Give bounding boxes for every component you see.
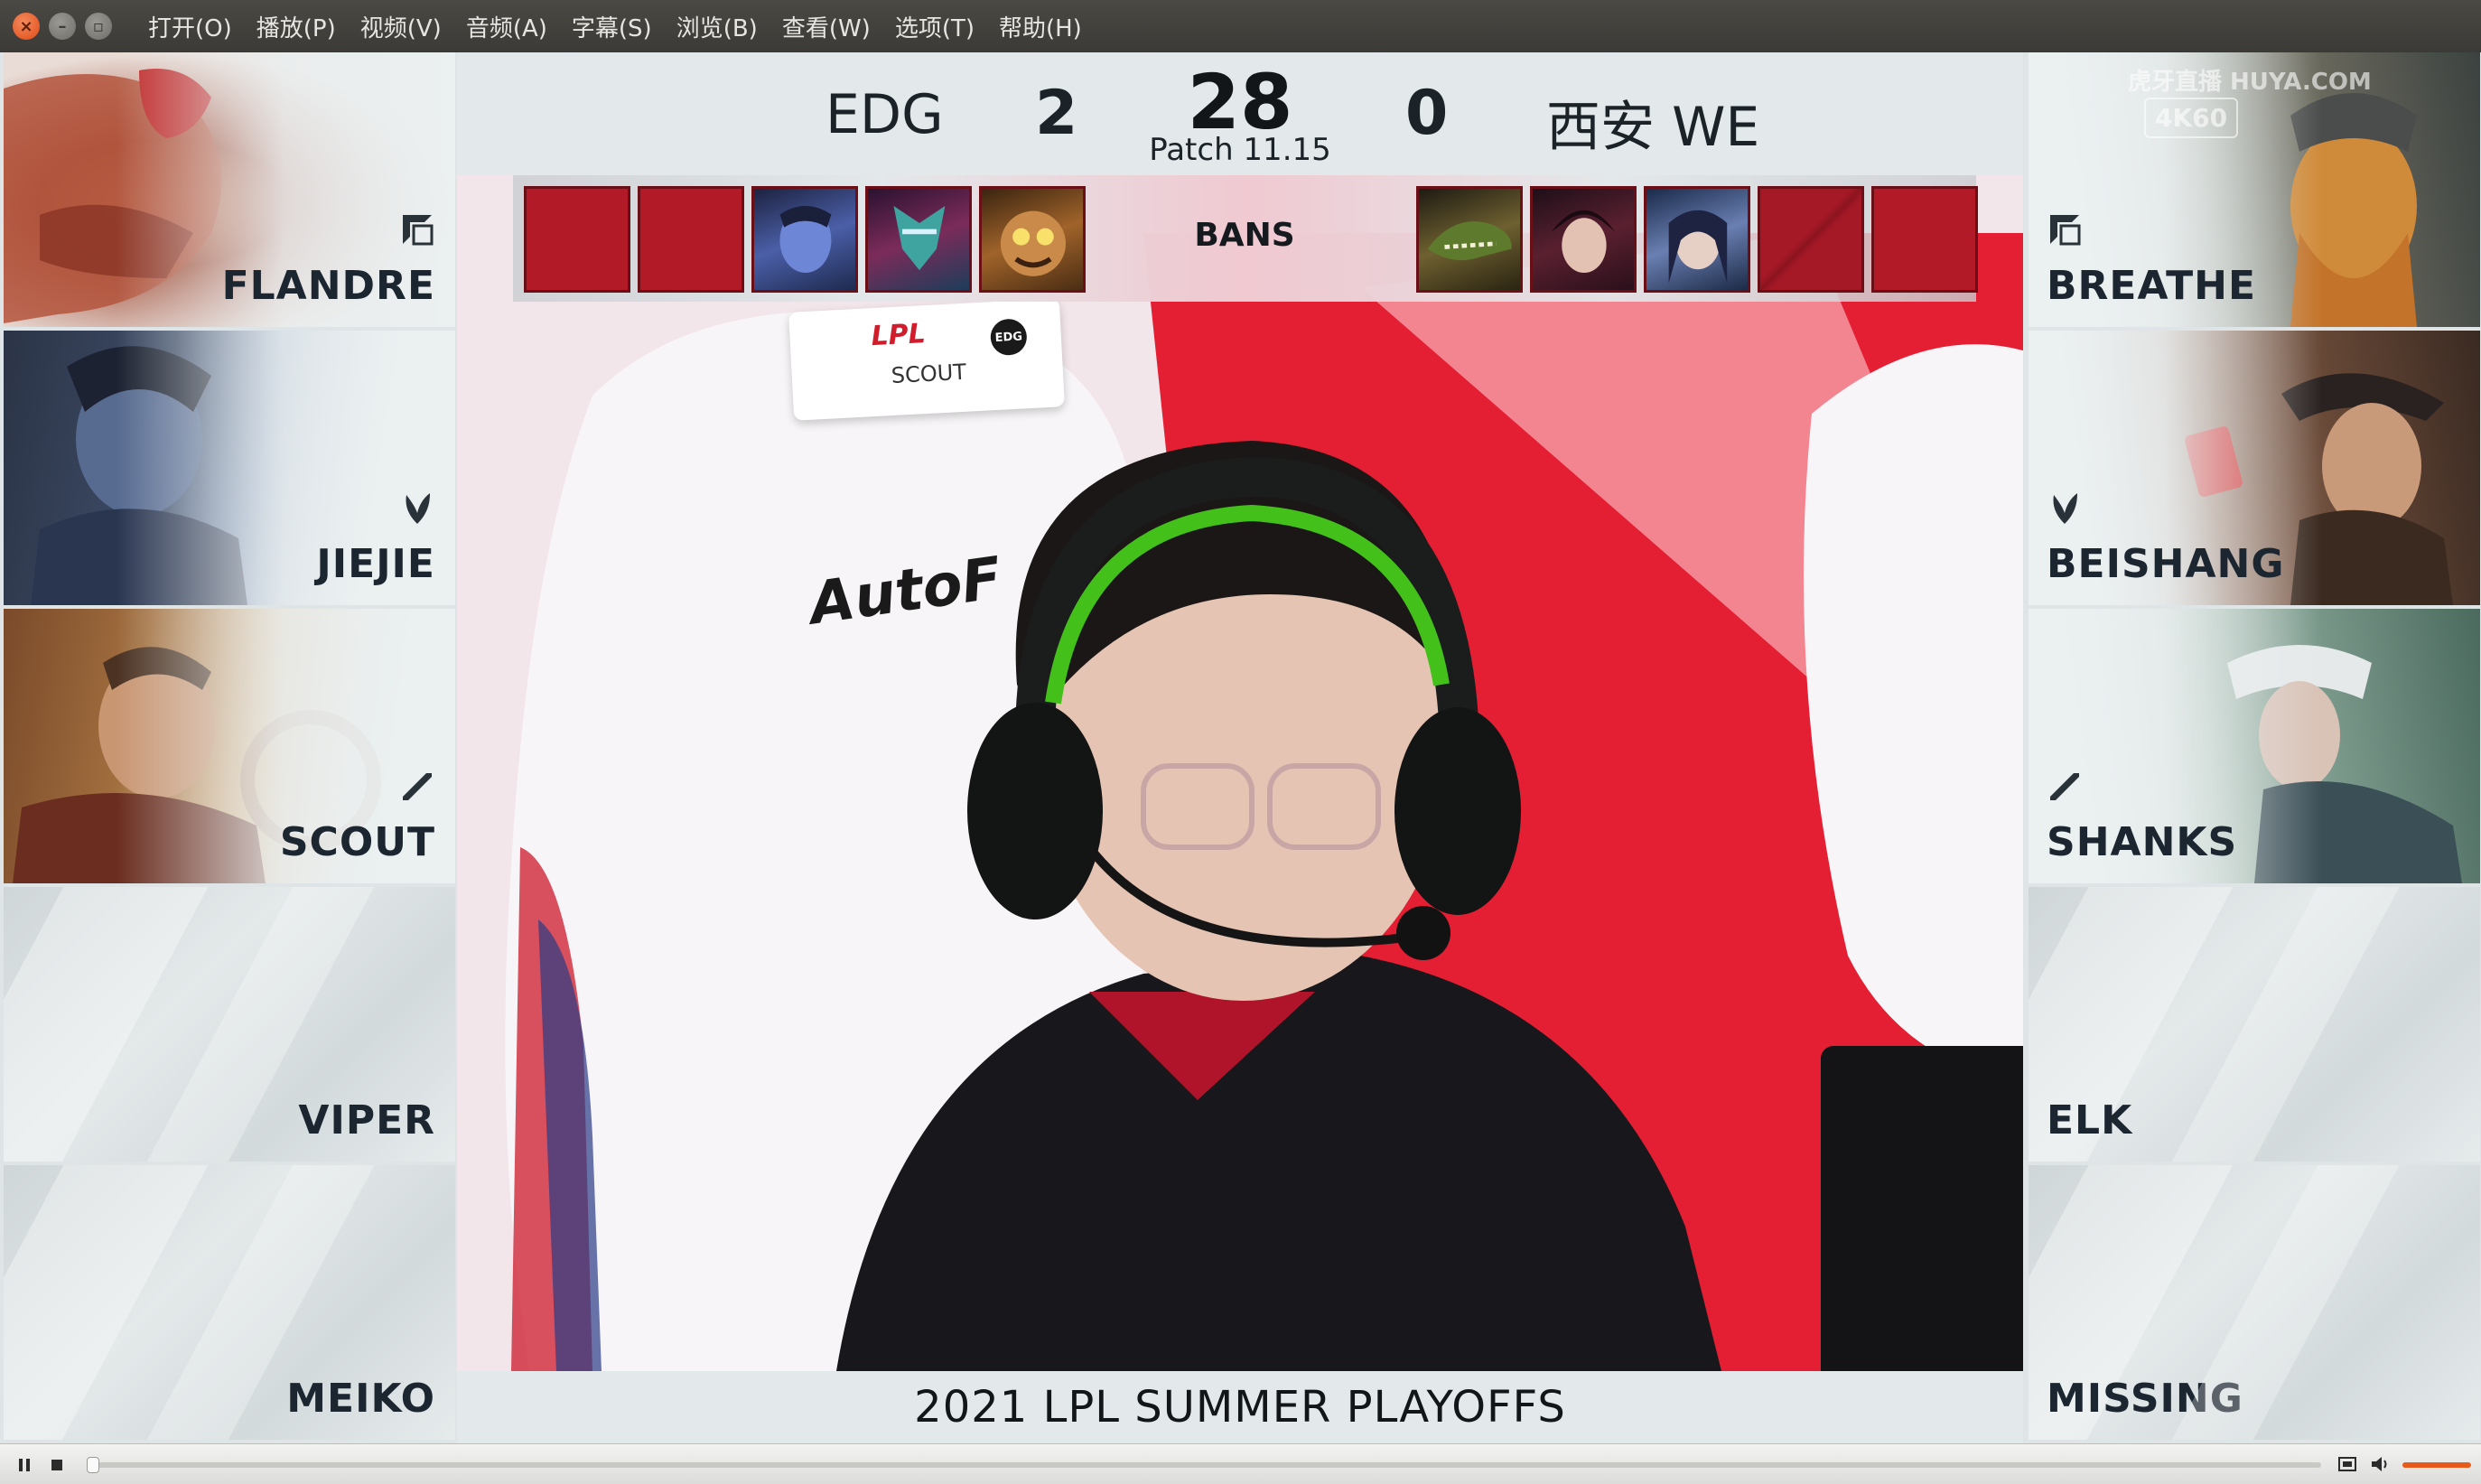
playback-controls bbox=[0, 1443, 2481, 1484]
broadcast-stage: LPL EDG SCOUT AutoF EDG 2 28 Patch 11.15… bbox=[457, 52, 2023, 1443]
player-name: SCOUT bbox=[279, 819, 435, 865]
seek-bar[interactable] bbox=[90, 1462, 2321, 1468]
ban-slot-empty bbox=[1758, 186, 1864, 293]
patch-version: Patch 11.15 bbox=[1149, 132, 1331, 168]
jungle-icon bbox=[2053, 493, 2077, 524]
team-right-score: 0 bbox=[1405, 78, 1449, 149]
player-name: ELK bbox=[2047, 1097, 2133, 1143]
huya-watermark: 虎牙直播 HUYA.COM 4K60 bbox=[2128, 61, 2480, 138]
menu-options[interactable]: 选项(T) bbox=[895, 10, 975, 43]
watermark-resolution: 4K60 bbox=[2144, 98, 2239, 138]
player-card-jiejie: JIEJIE bbox=[4, 331, 455, 605]
seek-handle[interactable] bbox=[87, 1457, 99, 1473]
player-name: JIEJIE bbox=[316, 541, 435, 587]
menu-subtitle[interactable]: 字幕(S) bbox=[572, 10, 652, 43]
player-name: FLANDRE bbox=[221, 263, 435, 309]
event-title: 2021 LPL SUMMER PLAYOFFS bbox=[914, 1382, 1566, 1433]
menu-browse[interactable]: 浏览(B) bbox=[676, 10, 758, 43]
player-card-scout: SCOUT bbox=[4, 609, 455, 883]
menu-open[interactable]: 打开(O) bbox=[148, 10, 232, 43]
player-name: VIPER bbox=[298, 1097, 435, 1143]
right-team-players: 虎牙直播 HUYA.COM 4K60 BREATHE BEISHANG SHAN… bbox=[2029, 52, 2480, 1443]
ban-renekton-icon bbox=[1416, 186, 1523, 293]
player-card-beishang: BEISHANG bbox=[2029, 331, 2480, 605]
event-banner: 2021 LPL SUMMER PLAYOFFS bbox=[457, 1371, 2023, 1443]
close-window-button[interactable]: × bbox=[13, 13, 40, 40]
player-name: MEIKO bbox=[286, 1376, 435, 1422]
player-card-meiko: MEIKO bbox=[4, 1165, 455, 1440]
player-name: SHANKS bbox=[2047, 819, 2238, 865]
stop-icon[interactable] bbox=[49, 1457, 65, 1473]
lpl-logo: LPL bbox=[870, 318, 927, 353]
minimize-window-button[interactable]: – bbox=[49, 13, 76, 40]
menu-bar: × – ▫ 打开(O) 播放(P) 视频(V) 音频(A) 字幕(S) 浏览(B… bbox=[0, 0, 2481, 52]
bans-bar: BANS bbox=[513, 175, 1978, 302]
fullscreen-icon[interactable] bbox=[2337, 1455, 2357, 1473]
player-card-elk: ELK bbox=[2029, 887, 2480, 1162]
pause-icon[interactable] bbox=[16, 1457, 33, 1473]
ban-irelia-icon bbox=[1644, 186, 1750, 293]
video-frame[interactable]: FLANDRE JIEJIE SCOUT VIPER MEIKO LPL EDG… bbox=[0, 52, 2481, 1443]
player-card-shanks: SHANKS bbox=[2029, 609, 2480, 883]
left-team-players: FLANDRE JIEJIE SCOUT VIPER MEIKO bbox=[4, 52, 455, 1443]
menu-audio[interactable]: 音频(A) bbox=[466, 10, 547, 43]
mid-lane-icon bbox=[2050, 773, 2079, 800]
ban-slot-empty bbox=[1871, 186, 1978, 293]
volume-icon[interactable] bbox=[2370, 1455, 2392, 1473]
scoreboard: EDG 2 28 Patch 11.15 0 西安 WE bbox=[457, 52, 2023, 175]
seat-nameplate: LPL EDG SCOUT bbox=[788, 298, 1065, 421]
ban-leblanc-icon bbox=[1530, 186, 1637, 293]
edg-logo: EDG bbox=[989, 318, 1028, 357]
mid-lane-icon bbox=[403, 773, 432, 800]
menu-play[interactable]: 播放(P) bbox=[256, 10, 336, 43]
player-card-flandre: FLANDRE bbox=[4, 52, 455, 327]
top-lane-icon bbox=[2050, 215, 2081, 246]
volume-slider[interactable] bbox=[2402, 1462, 2471, 1468]
player-name: BREATHE bbox=[2047, 263, 2257, 309]
player-card-missing: MISSING bbox=[2029, 1165, 2480, 1440]
player-name: MISSING bbox=[2047, 1376, 2243, 1422]
team-right-name: 西安 WE bbox=[1546, 96, 1760, 159]
menu-video[interactable]: 视频(V) bbox=[360, 10, 442, 43]
player-name: BEISHANG bbox=[2047, 541, 2285, 587]
player-card-breathe: 虎牙直播 HUYA.COM 4K60 BREATHE bbox=[2029, 52, 2480, 327]
window-controls: × – ▫ bbox=[13, 13, 112, 40]
watermark-brand: 虎牙直播 HUYA.COM bbox=[2128, 69, 2372, 96]
seat-label: SCOUT bbox=[891, 359, 967, 389]
menu-help[interactable]: 帮助(H) bbox=[999, 10, 1082, 43]
maximize-window-button[interactable]: ▫ bbox=[85, 13, 112, 40]
player-card-viper: VIPER bbox=[4, 887, 455, 1162]
top-lane-icon bbox=[403, 215, 434, 246]
jungle-icon bbox=[406, 493, 430, 524]
menu-view[interactable]: 查看(W) bbox=[782, 10, 871, 43]
main-menu: 打开(O) 播放(P) 视频(V) 音频(A) 字幕(S) 浏览(B) 查看(W… bbox=[148, 10, 1082, 43]
bans-label: BANS bbox=[1194, 217, 1295, 254]
